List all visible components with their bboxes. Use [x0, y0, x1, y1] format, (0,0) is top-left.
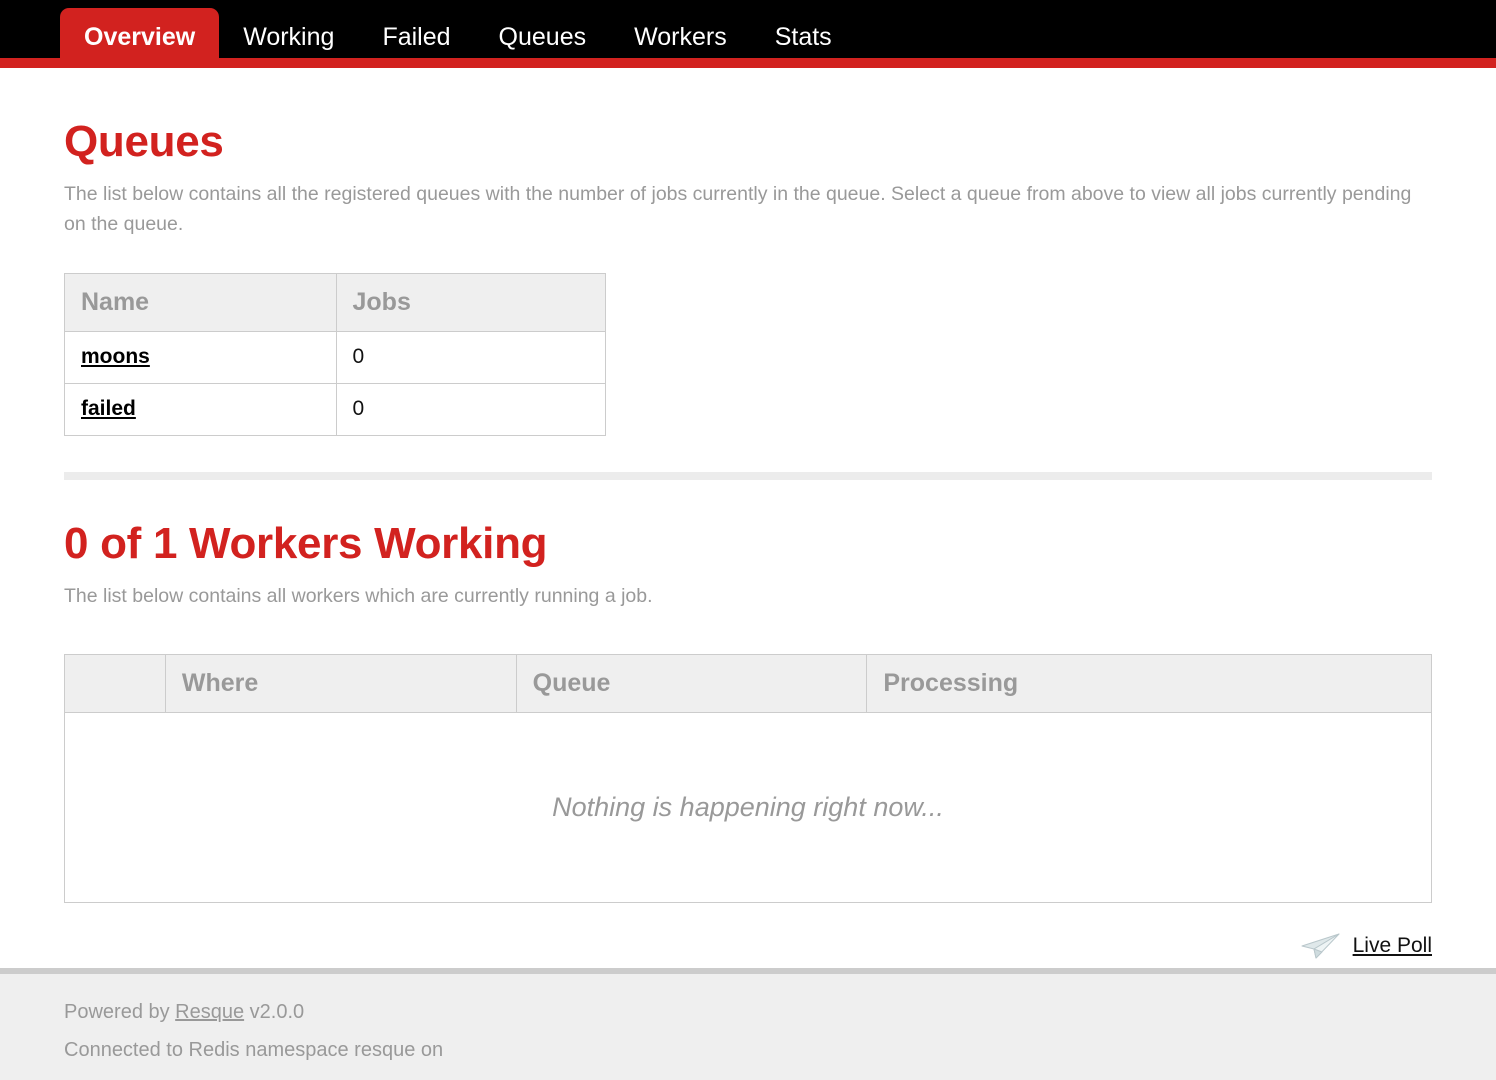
queues-col-jobs: Jobs [335, 272, 606, 332]
queue-link-moons[interactable]: moons [81, 345, 150, 368]
queues-table-body: moons 0 failed 0 [64, 330, 606, 436]
table-row: failed 0 [64, 382, 606, 436]
nav-link-failed[interactable]: Failed [358, 8, 474, 68]
queues-description: The list below contains all the register… [64, 183, 1412, 235]
main-navigation: Overview Working Failed Queues Workers S… [0, 0, 1496, 68]
workers-table-head: Where Queue Processing [64, 654, 1432, 714]
workers-empty-cell: Nothing is happening right now... [64, 712, 1432, 904]
queues-table: Name Jobs moons 0 failed 0 [64, 272, 606, 436]
nav-item-stats[interactable]: Stats [751, 8, 856, 68]
queue-jobs-cell: 0 [335, 382, 606, 436]
nav-item-queues[interactable]: Queues [475, 8, 611, 68]
queues-header-row: Name Jobs [64, 272, 606, 332]
nav-item-workers[interactable]: Workers [610, 8, 751, 68]
workers-col-status [64, 654, 166, 714]
nav-link-queues[interactable]: Queues [475, 8, 611, 68]
section-divider [64, 471, 1432, 480]
nav-item-overview[interactable]: Overview [60, 8, 220, 68]
live-poll-link[interactable]: Live Poll [1353, 934, 1432, 958]
queue-jobs-cell: 0 [335, 330, 606, 384]
workers-col-where: Where [164, 654, 517, 714]
live-poll-row: Live Poll [0, 931, 1496, 961]
table-row: moons 0 [64, 330, 606, 384]
nav-item-failed[interactable]: Failed [358, 8, 474, 68]
nav-link-stats[interactable]: Stats [751, 8, 856, 68]
main-content: Queues The list below contains all the r… [0, 78, 1496, 961]
workers-col-queue: Queue [515, 654, 868, 714]
queue-name-cell: failed [64, 382, 337, 436]
workers-description: The list below contains all workers whic… [64, 584, 653, 607]
footer-powered-by: Powered by Resque v2.0.0 [64, 996, 1432, 1028]
workers-table: Where Queue Processing Nothing is happen… [64, 654, 1432, 904]
paper-plane-icon [1299, 931, 1341, 961]
footer-version: v2.0.0 [244, 1001, 305, 1023]
queues-table-head: Name Jobs [64, 272, 606, 332]
nav-list: Overview Working Failed Queues Workers S… [0, 0, 1496, 68]
queues-page-title: Queues [64, 117, 224, 166]
footer-resque-link[interactable]: Resque [175, 1001, 244, 1023]
nav-link-overview[interactable]: Overview [60, 8, 220, 68]
footer-powered-prefix: Powered by [64, 1001, 176, 1023]
workers-table-body: Nothing is happening right now... [64, 712, 1432, 904]
content-inner: Queues The list below contains all the r… [0, 117, 1496, 904]
queue-name-cell: moons [64, 330, 337, 384]
footer-connection: Connected to Redis namespace resque on [64, 1039, 444, 1061]
workers-empty-row: Nothing is happening right now... [64, 712, 1432, 904]
workers-col-processing: Processing [866, 654, 1432, 714]
queues-col-name: Name [64, 272, 337, 332]
empty-state-message: Nothing is happening right now... [552, 792, 944, 823]
nav-item-working[interactable]: Working [219, 8, 358, 68]
nav-link-workers[interactable]: Workers [610, 8, 751, 68]
workers-header-row: Where Queue Processing [64, 654, 1432, 714]
queue-link-failed[interactable]: failed [81, 397, 136, 420]
page-footer: Powered by Resque v2.0.0 Connected to Re… [0, 968, 1496, 1080]
nav-link-working[interactable]: Working [219, 8, 358, 68]
workers-page-title: 0 of 1 Workers Working [64, 518, 548, 568]
